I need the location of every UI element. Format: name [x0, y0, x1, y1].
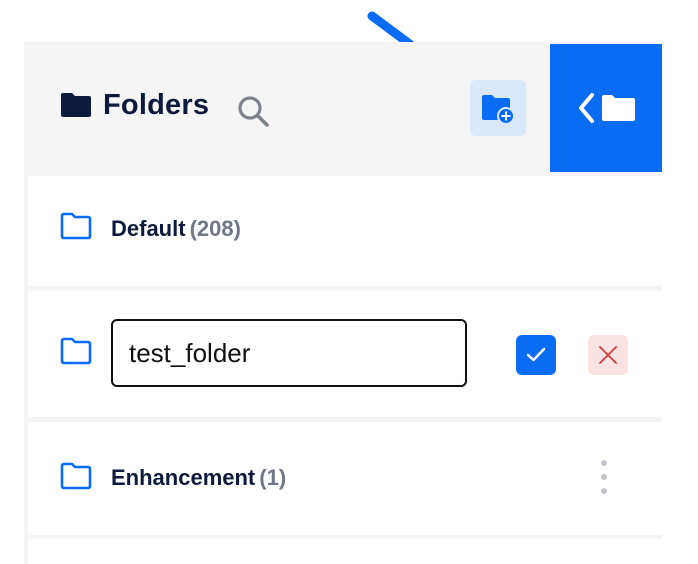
folder-name: Default (208)	[111, 216, 241, 242]
folder-row-default[interactable]: Default (208)	[28, 176, 662, 286]
more-options-icon[interactable]	[594, 458, 614, 498]
folder-name-text: Enhancement	[111, 465, 256, 490]
new-folder-button[interactable]	[470, 80, 526, 136]
folder-row-partial[interactable]	[28, 539, 662, 564]
folder-icon	[60, 337, 92, 365]
folder-count: (1)	[259, 465, 287, 490]
folder-icon	[61, 93, 91, 117]
folder-name-text: Default	[111, 216, 186, 241]
folders-panel: Folders Default (208) test_folder Enhanc…	[24, 42, 662, 564]
folder-row-enhancement[interactable]: Enhancement (1)	[28, 422, 662, 535]
collapse-sidebar-button[interactable]	[550, 44, 662, 172]
folder-name-input[interactable]	[111, 319, 467, 387]
new-folder-icon	[482, 95, 515, 124]
folder-icon	[60, 212, 92, 240]
confirm-button[interactable]	[516, 335, 556, 375]
cancel-button[interactable]	[588, 335, 628, 375]
folder-icon	[60, 462, 92, 490]
folders-header: Folders	[24, 42, 662, 172]
page-title: Folders	[103, 89, 210, 121]
search-icon[interactable]	[235, 93, 271, 129]
folder-name: Enhancement (1)	[111, 465, 286, 491]
check-icon	[526, 347, 546, 362]
folder-row-editing	[28, 291, 662, 417]
folder-count: (208)	[189, 216, 241, 241]
chevron-left-folder-icon	[579, 93, 635, 123]
close-icon	[599, 346, 617, 364]
